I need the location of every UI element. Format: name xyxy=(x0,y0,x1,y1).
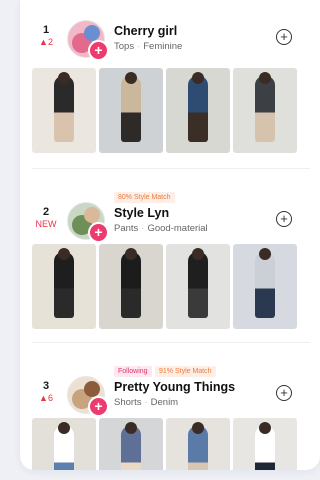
outfit-figure-head xyxy=(259,72,271,84)
outfit-photo[interactable] xyxy=(233,68,297,153)
outfit-photo[interactable] xyxy=(166,418,230,470)
divider xyxy=(32,168,310,169)
outfit-figure-head xyxy=(192,422,204,434)
outfit-photo[interactable] xyxy=(32,244,96,329)
outfit-figure-head xyxy=(58,72,70,84)
outfit-figure-head xyxy=(58,248,70,260)
tag-style: Denim xyxy=(150,397,179,408)
following-badge: Following xyxy=(114,366,152,377)
creator-tags: Shorts · Denim xyxy=(114,397,178,408)
creator-tags: Pants · Good-material xyxy=(114,223,208,234)
tag-category: Shorts xyxy=(114,397,142,408)
outfit-photo[interactable] xyxy=(99,244,163,329)
creator-tags: Tops · Feminine xyxy=(114,41,182,52)
tag-category: Pants xyxy=(114,223,139,234)
outfit-figure xyxy=(121,252,141,318)
rank-number: 2 xyxy=(42,206,50,218)
outfit-figure xyxy=(188,252,208,318)
outfit-figure-head xyxy=(192,72,204,84)
outfit-figure-head xyxy=(58,422,70,434)
tag-separator: · xyxy=(137,41,141,52)
rank-number: 3 xyxy=(42,380,50,392)
plus-icon[interactable]: + xyxy=(88,40,109,61)
outfit-photo[interactable] xyxy=(99,418,163,470)
outfit-figure xyxy=(255,252,275,318)
avatar-shape xyxy=(84,25,100,41)
add-circle-icon[interactable]: + xyxy=(276,211,292,227)
plus-icon[interactable]: + xyxy=(88,222,109,243)
style-match-badge: 91% Style Match xyxy=(155,366,216,377)
rank-change: ▲6 xyxy=(39,393,53,403)
style-match-badge: 80% Style Match xyxy=(114,192,175,203)
rank-change: NEW xyxy=(35,219,57,229)
tag-style: Feminine xyxy=(143,41,183,52)
outfit-photo[interactable] xyxy=(166,68,230,153)
outfit-photo[interactable] xyxy=(32,68,96,153)
outfit-photo[interactable] xyxy=(32,418,96,470)
outfit-figure-head xyxy=(125,72,137,84)
avatar-shape xyxy=(84,381,100,397)
divider xyxy=(32,342,310,343)
outfit-photo[interactable] xyxy=(233,244,297,329)
add-circle-icon[interactable]: + xyxy=(276,29,292,45)
outfit-figure xyxy=(188,76,208,142)
tag-style: Good-material xyxy=(147,223,208,234)
creator-name[interactable]: Style Lyn xyxy=(114,206,169,220)
tag-separator: · xyxy=(144,397,148,408)
outfit-figure-head xyxy=(125,422,137,434)
outfit-photo[interactable] xyxy=(99,68,163,153)
creator-name[interactable]: Pretty Young Things xyxy=(114,380,235,394)
photo-strip xyxy=(32,244,320,329)
photo-strip xyxy=(32,68,320,153)
photo-strip xyxy=(32,418,320,470)
avatar-shape xyxy=(84,207,100,223)
rank-number: 1 xyxy=(42,24,50,36)
outfit-figure xyxy=(54,252,74,318)
add-circle-icon[interactable]: + xyxy=(276,385,292,401)
outfit-figure-head xyxy=(192,248,204,260)
outfit-figure-head xyxy=(259,422,271,434)
tag-separator: · xyxy=(141,223,145,234)
outfit-photo[interactable] xyxy=(233,418,297,470)
creator-name[interactable]: Cherry girl xyxy=(114,24,177,38)
outfit-figure-head xyxy=(259,248,271,260)
outfit-photo[interactable] xyxy=(166,244,230,329)
outfit-figure xyxy=(121,76,141,142)
outfit-figure-head xyxy=(125,248,137,260)
outfit-figure xyxy=(255,76,275,142)
ranking-card: 1 ▲2 + Cherry girl Tops · Feminine +2 NEW +80% St… xyxy=(20,0,320,470)
plus-icon[interactable]: + xyxy=(88,396,109,417)
tag-category: Tops xyxy=(114,41,135,52)
outfit-figure xyxy=(54,76,74,142)
rank-change: ▲2 xyxy=(39,37,53,47)
